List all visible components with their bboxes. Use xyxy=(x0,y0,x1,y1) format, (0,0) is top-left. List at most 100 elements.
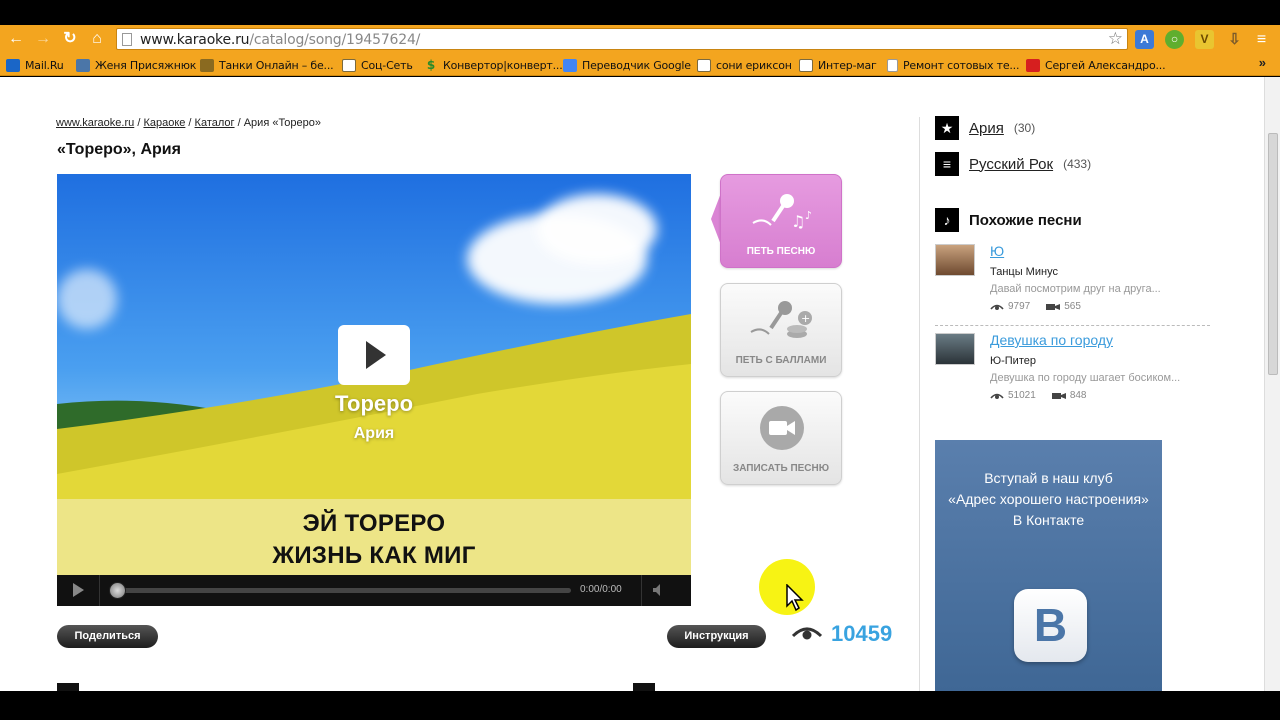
song-title-link[interactable]: Ю xyxy=(990,243,1004,259)
instruction-button[interactable]: Инструкция xyxy=(667,625,766,648)
bookmark-folder[interactable]: Интер-маг xyxy=(799,57,877,73)
bookmark-folder[interactable]: сони ериксон xyxy=(697,57,792,73)
breadcrumb-current: Ария «Тореро» xyxy=(243,117,322,129)
breadcrumb-catalog-link[interactable]: Каталог xyxy=(195,117,235,129)
screen-top-border xyxy=(0,0,1280,25)
breadcrumb-separator: / xyxy=(234,117,244,129)
microphone-notes-icon: ♫ ♪ xyxy=(752,194,812,231)
youtube-icon xyxy=(1026,58,1040,72)
category-name[interactable]: Ария xyxy=(969,120,1004,137)
song-thumbnail[interactable] xyxy=(935,244,975,276)
volume-icon[interactable] xyxy=(653,584,663,596)
translate-extension-icon[interactable]: A xyxy=(1135,30,1154,49)
eye-icon xyxy=(990,304,1004,310)
similar-song-item[interactable]: Ю Танцы Минус Давай посмотрим друг на др… xyxy=(935,243,1210,324)
song-views: 9797 xyxy=(1008,301,1031,312)
bookmark-item[interactable]: Mail.Ru xyxy=(6,57,64,73)
progress-knob[interactable] xyxy=(109,582,126,599)
song-thumbnail[interactable] xyxy=(935,333,975,365)
song-lyric-preview: Девушка по городу шагает босиком... xyxy=(990,372,1181,384)
progress-track[interactable] xyxy=(113,588,571,593)
time-display: 0:00/0:00 xyxy=(580,584,622,595)
bookmark-item[interactable]: Женя Присяжнюк xyxy=(76,57,196,73)
extension-v-icon[interactable]: V xyxy=(1195,30,1214,49)
breadcrumb-home-link[interactable]: www.karaoke.ru xyxy=(56,117,134,129)
sing-with-score-button[interactable]: + ПЕТЬ С БАЛЛАМИ xyxy=(720,283,842,377)
back-icon[interactable]: ← xyxy=(6,29,26,49)
song-views: 51021 xyxy=(1008,390,1036,401)
eye-icon xyxy=(792,627,822,640)
divider xyxy=(641,575,642,606)
breadcrumb-karaoke-link[interactable]: Караоке xyxy=(143,117,185,129)
play-button-large[interactable] xyxy=(338,325,410,385)
page-title: «Тореро», Ария xyxy=(57,141,181,158)
record-song-label: ЗАПИСАТЬ ПЕСНЮ xyxy=(732,463,830,474)
download-extension-icon[interactable]: ⇩ xyxy=(1225,30,1244,49)
category-artist[interactable]: ★ Ария (30) xyxy=(935,116,1035,140)
song-title-link[interactable]: Девушка по городу xyxy=(990,332,1113,348)
song-artist: Танцы Минус xyxy=(990,266,1058,278)
translate-icon xyxy=(563,58,577,72)
vk-banner-text: В Контакте xyxy=(1012,512,1085,528)
screen-bottom-border xyxy=(0,691,1280,720)
video-player[interactable]: Тореро Ария ЭЙ ТОРЕРО ЖИЗНЬ КАК МИГ 0:00… xyxy=(57,174,691,606)
song-videos: 565 xyxy=(1064,301,1081,312)
svg-text:+: + xyxy=(801,312,810,325)
views-count: 10459 xyxy=(831,621,893,646)
scrollbar-thumb[interactable] xyxy=(1268,133,1278,375)
svg-text:♫: ♫ xyxy=(791,212,805,231)
reload-icon[interactable]: ↻ xyxy=(60,29,80,49)
share-button[interactable]: Поделиться xyxy=(57,625,158,648)
page-icon xyxy=(122,33,132,46)
breadcrumb-separator: / xyxy=(185,117,195,129)
song-artist: Ю-Питер xyxy=(990,355,1036,367)
vk-club-banner[interactable]: Вступай в наш клуб «Адрес хорошего настр… xyxy=(935,440,1162,691)
breadcrumb: www.karaoke.ru / Караоке / Каталог / Ари… xyxy=(56,117,321,129)
sing-song-button[interactable]: ♫ ♪ ПЕТЬ ПЕСНЮ xyxy=(720,174,842,268)
folder-icon xyxy=(799,58,813,72)
url-text[interactable]: www.karaoke.ru/catalog/song/19457624/ xyxy=(140,32,420,48)
category-name[interactable]: Русский Рок xyxy=(969,156,1053,173)
category-genre[interactable]: ≡ Русский Рок (433) xyxy=(935,152,1091,176)
eye-icon xyxy=(990,393,1004,399)
video-camera-icon xyxy=(1051,392,1066,399)
bookmark-item[interactable]: Переводчик Google xyxy=(563,57,691,73)
sidebar-divider xyxy=(919,117,920,691)
browser-toolbar: ← → ↻ ⌂ www.karaoke.ru/catalog/song/1945… xyxy=(0,25,1280,53)
vk-logo-icon[interactable]: В xyxy=(1014,589,1087,662)
tank-icon xyxy=(200,58,214,72)
video-artist: Ария xyxy=(353,425,395,442)
address-bar[interactable]: www.karaoke.ru/catalog/song/19457624/ ☆ xyxy=(116,28,1128,50)
extension-ring-icon[interactable]: ○ xyxy=(1165,30,1184,49)
similar-songs-heading: ♪ Похожие песни xyxy=(935,208,1082,232)
play-icon[interactable] xyxy=(73,583,84,597)
page-icon xyxy=(887,58,898,72)
sing-with-score-label: ПЕТЬ С БАЛЛАМИ xyxy=(735,355,827,366)
folder-icon xyxy=(697,58,711,72)
bookmark-item[interactable]: $ Конвертор|конверт... xyxy=(424,57,563,73)
bookmark-item[interactable]: Танки Онлайн – бе... xyxy=(200,57,334,73)
bookmarks-bar: Mail.Ru Женя Присяжнюк Танки Онлайн – бе… xyxy=(0,53,1280,76)
microphone-coins-icon: + xyxy=(750,301,812,338)
cut-off-icon xyxy=(633,683,655,691)
similar-songs-title: Похожие песни xyxy=(969,211,1082,229)
music-note-icon: ♪ xyxy=(935,208,959,232)
bookmark-item[interactable]: Сергей Александро... xyxy=(1026,57,1166,73)
vk-banner-text: Вступай в наш клуб xyxy=(984,470,1113,486)
svg-text:♪: ♪ xyxy=(805,209,812,222)
vk-banner-text: «Адрес хорошего настроения» xyxy=(948,491,1149,507)
forward-icon[interactable]: → xyxy=(33,29,53,49)
record-song-button[interactable]: ЗАПИСАТЬ ПЕСНЮ xyxy=(720,391,842,485)
similar-song-item[interactable]: Девушка по городу Ю-Питер Девушка по гор… xyxy=(935,332,1210,413)
page-scrollbar[interactable] xyxy=(1264,77,1280,691)
lyric-line: ЖИЗНЬ КАК МИГ xyxy=(272,542,476,569)
list-icon: ≡ xyxy=(935,152,959,176)
video-controls: 0:00/0:00 xyxy=(57,575,691,606)
video-camera-icon xyxy=(1046,303,1061,310)
menu-icon[interactable]: ≡ xyxy=(1252,30,1271,49)
bookmark-item[interactable]: Ремонт сотовых те... xyxy=(887,57,1019,73)
home-icon[interactable]: ⌂ xyxy=(87,29,107,49)
bookmarks-more-icon[interactable]: » xyxy=(1259,55,1266,70)
bookmark-folder[interactable]: Соц-Сеть xyxy=(342,57,413,73)
bookmark-star-icon[interactable]: ☆ xyxy=(1108,29,1123,49)
